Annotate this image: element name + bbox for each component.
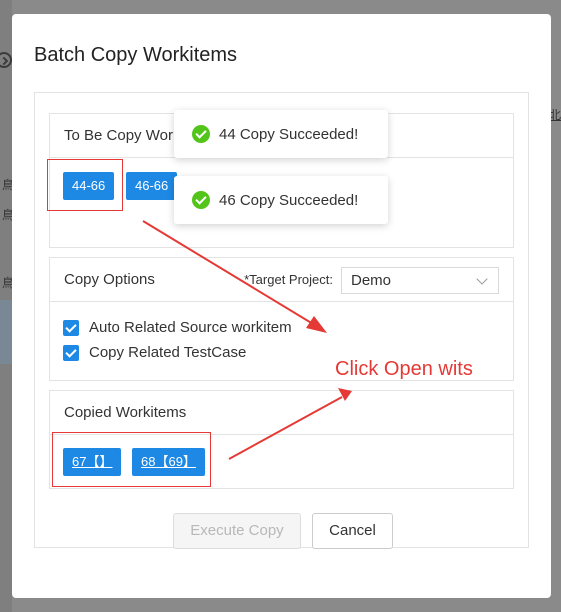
arrowhead-icon [306, 316, 327, 333]
arrow-line [228, 396, 343, 460]
annotation-arrows [142, 220, 352, 460]
annotation-label: Click Open wits [335, 358, 473, 380]
arrow-line [142, 220, 319, 328]
